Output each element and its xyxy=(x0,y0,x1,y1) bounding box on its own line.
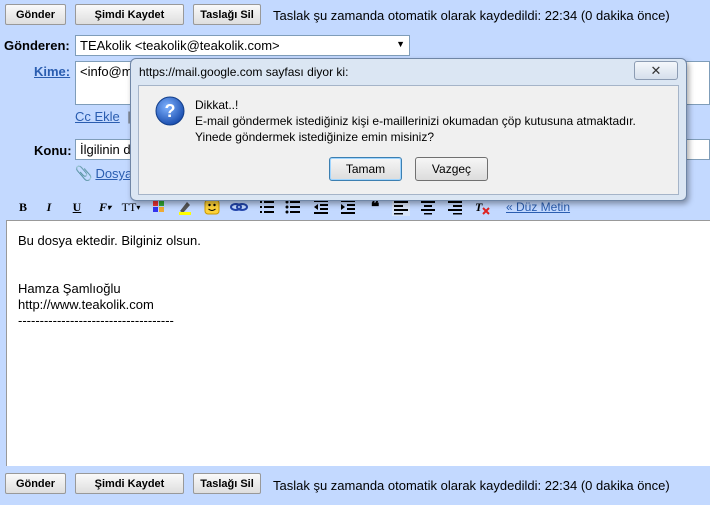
save-now-button-bottom[interactable]: Şimdi Kaydet xyxy=(75,473,184,494)
dialog-heading: Dikkat..! xyxy=(195,98,239,112)
body-line-1: Bu dosya ektedir. Bilginiz olsun. xyxy=(18,233,201,248)
dialog-title: https://mail.google.com sayfası diyor ki… xyxy=(139,65,349,79)
add-cc-link[interactable]: Cc Ekle xyxy=(75,109,120,124)
send-button-top[interactable]: Gönder xyxy=(5,4,66,25)
svg-text:?: ? xyxy=(165,101,176,121)
autosave-status-top: Taslak şu zamanda otomatik olarak kayded… xyxy=(273,8,670,23)
from-value: TEAkolik <teakolik@teakolik.com> xyxy=(80,38,280,53)
paperclip-icon: 📎 xyxy=(75,165,93,181)
dialog-message-line-2: Yinede göndermek istediğinize emin misin… xyxy=(195,130,435,144)
dialog-body: ? Dikkat..! E-mail göndermek istediğiniz… xyxy=(138,85,679,195)
underline-icon[interactable]: U xyxy=(68,198,86,216)
chevron-down-icon: ▼ xyxy=(396,39,405,49)
italic-icon[interactable]: I xyxy=(40,198,58,216)
message-body-editor[interactable]: Bu dosya ektedir. Bilginiz olsun. Hamza … xyxy=(6,220,710,466)
close-icon[interactable]: ✕ xyxy=(634,61,678,80)
ok-button[interactable]: Tamam xyxy=(329,157,402,181)
attach-file-link[interactable]: Dosya xyxy=(95,166,132,181)
dialog-message-line-1: E-mail göndermek istediğiniz kişi e-mail… xyxy=(195,114,636,128)
subject-value: İlgilinin d xyxy=(80,142,131,157)
cancel-button[interactable]: Vazgeç xyxy=(415,157,488,181)
signature-name: Hamza Şamlıoğlu xyxy=(18,281,121,296)
font-family-icon[interactable]: F ▾ xyxy=(94,198,116,216)
confirm-dialog: https://mail.google.com sayfası diyor ki… xyxy=(130,58,687,201)
discard-draft-button-top[interactable]: Taslağı Sil xyxy=(193,4,261,25)
question-icon: ? xyxy=(155,96,185,126)
signature-separator: ------------------------------------ xyxy=(18,313,174,328)
to-label-link[interactable]: Kime: xyxy=(34,64,70,79)
svg-text:T: T xyxy=(475,200,483,214)
autosave-status-bottom: Taslak şu zamanda otomatik olarak kayded… xyxy=(273,478,670,493)
from-select[interactable]: TEAkolik <teakolik@teakolik.com> ▼ xyxy=(75,35,410,56)
subject-label: Konu: xyxy=(34,143,72,158)
signature-url: http://www.teakolik.com xyxy=(18,297,154,312)
to-value: <info@m xyxy=(80,64,133,79)
save-now-button-top[interactable]: Şimdi Kaydet xyxy=(75,4,184,25)
bold-icon[interactable]: B xyxy=(14,198,32,216)
discard-draft-button-bottom[interactable]: Taslağı Sil xyxy=(193,473,261,494)
plain-text-link[interactable]: « Düz Metin xyxy=(506,200,570,214)
from-label: Gönderen: xyxy=(4,38,70,53)
send-button-bottom[interactable]: Gönder xyxy=(5,473,66,494)
